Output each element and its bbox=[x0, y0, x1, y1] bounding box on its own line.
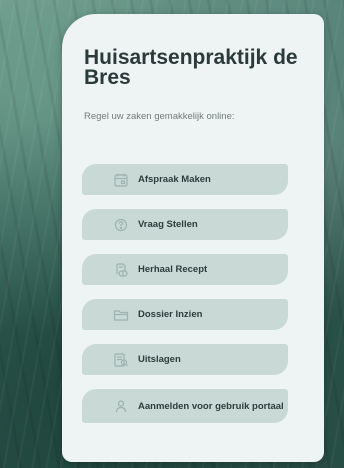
calendar-icon bbox=[112, 171, 130, 189]
action-menu: Afspraak Maken Vraag Stellen Herhaal Rec… bbox=[82, 164, 288, 437]
uitslagen-button[interactable]: Uitslagen bbox=[82, 344, 288, 375]
portal-card: Huisartsenpraktijk de Bres Regel uw zake… bbox=[62, 14, 324, 462]
vraag-stellen-button[interactable]: Vraag Stellen bbox=[82, 209, 288, 240]
dossier-inzien-button[interactable]: Dossier Inzien bbox=[82, 299, 288, 330]
aanmelden-portaal-label: Aanmelden voor gebruik portaal bbox=[138, 400, 284, 412]
vraag-stellen-label: Vraag Stellen bbox=[138, 219, 198, 230]
page-title: Huisartsenpraktijk de Bres bbox=[84, 46, 298, 89]
aanmelden-portaal-button[interactable]: Aanmelden voor gebruik portaal bbox=[82, 389, 288, 423]
page-subtitle: Regel uw zaken gemakkelijk online: bbox=[84, 111, 235, 122]
herhaal-recept-button[interactable]: Herhaal Recept bbox=[82, 254, 288, 285]
afspraak-maken-label: Afspraak Maken bbox=[138, 174, 211, 185]
results-icon bbox=[112, 351, 130, 369]
question-icon bbox=[112, 216, 130, 234]
folder-icon bbox=[112, 306, 130, 324]
user-icon bbox=[112, 397, 130, 415]
uitslagen-label: Uitslagen bbox=[138, 354, 181, 365]
dossier-inzien-label: Dossier Inzien bbox=[138, 309, 203, 320]
afspraak-maken-button[interactable]: Afspraak Maken bbox=[82, 164, 288, 195]
prescription-icon bbox=[112, 261, 130, 279]
herhaal-recept-label: Herhaal Recept bbox=[138, 264, 208, 275]
